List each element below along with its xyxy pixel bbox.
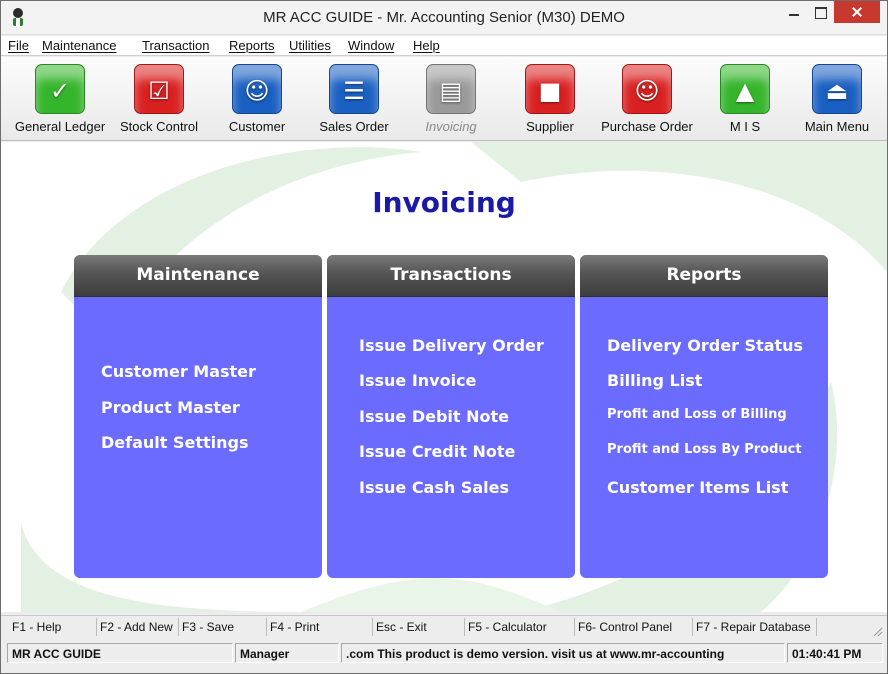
toolbar-label: Customer: [228, 119, 286, 134]
link-customer-master[interactable]: Customer Master: [101, 362, 256, 381]
toolbar-label: Supplier: [526, 119, 574, 134]
link-default-settings[interactable]: Default Settings: [101, 433, 249, 452]
toolbar-main-menu[interactable]: ⏏ Main Menu: [787, 57, 887, 141]
panel-heading: Reports: [666, 265, 742, 285]
supplier-delivery-icon: ■: [525, 64, 575, 114]
status-user: Manager: [235, 643, 339, 663]
clipboard-checklist-icon: ☑: [134, 64, 184, 114]
status-time: 01:40:41 PM: [787, 643, 883, 663]
ledger-calculator-icon: ✓: [35, 64, 85, 114]
menu-help[interactable]: Help: [413, 38, 440, 53]
toolbar-label: Main Menu: [804, 119, 870, 134]
reports-panel-header: Reports: [580, 255, 828, 297]
minimize-button[interactable]: [782, 1, 806, 23]
panel-heading: Transactions: [390, 265, 512, 285]
link-issue-delivery-order[interactable]: Issue Delivery Order: [359, 336, 544, 355]
link-delivery-order-status[interactable]: Delivery Order Status: [607, 336, 803, 355]
fkey-repair-database[interactable]: F7 - Repair Database: [693, 618, 817, 636]
app-window: MR ACC GUIDE - Mr. Accounting Senior (M3…: [0, 0, 888, 674]
menu-maintenance[interactable]: Maintenance: [42, 38, 116, 53]
link-profit-loss-product[interactable]: Profit and Loss By Product: [607, 442, 802, 457]
link-issue-debit-note[interactable]: Issue Debit Note: [359, 407, 509, 426]
menu-utilities[interactable]: Utilities: [289, 38, 331, 53]
resize-grip-icon[interactable]: [873, 627, 883, 637]
module-toolbar: ✓ General Ledger ☑ Stock Control ☺ Custo…: [1, 57, 887, 141]
window-title: MR ACC GUIDE - Mr. Accounting Senior (M3…: [263, 9, 625, 26]
toolbar-stock-control[interactable]: ☑ Stock Control: [109, 57, 209, 141]
maintenance-panel-header: Maintenance: [74, 255, 322, 297]
menu-reports[interactable]: Reports: [229, 38, 275, 53]
main-content: Invoicing Maintenance Customer Master Pr…: [1, 142, 887, 612]
fkey-exit[interactable]: Esc - Exit: [373, 618, 465, 636]
mis-chart-icon: ▲: [720, 64, 770, 114]
maximize-button[interactable]: [808, 1, 832, 23]
fkey-help[interactable]: F1 - Help: [9, 618, 97, 636]
menu-file[interactable]: File: [8, 38, 29, 53]
fkey-print[interactable]: F4 - Print: [267, 618, 373, 636]
toolbar-supplier[interactable]: ■ Supplier: [500, 57, 600, 141]
close-button[interactable]: [834, 1, 880, 23]
link-issue-credit-note[interactable]: Issue Credit Note: [359, 442, 515, 461]
link-issue-invoice[interactable]: Issue Invoice: [359, 371, 476, 390]
invoice-document-icon: ▤: [426, 64, 476, 114]
toolbar-label: M I S: [729, 119, 761, 134]
toolbar-mis[interactable]: ▲ M I S: [695, 57, 795, 141]
panel-heading: Maintenance: [136, 265, 260, 285]
customer-person-icon: ☺: [232, 64, 282, 114]
toolbar-sales-order[interactable]: ☰ Sales Order: [304, 57, 404, 141]
transactions-panel-header: Transactions: [327, 255, 575, 297]
menu-window[interactable]: Window: [348, 38, 394, 53]
toolbar-label: Invoicing: [425, 119, 477, 134]
fkey-calculator[interactable]: F5 - Calculator: [465, 618, 575, 636]
title-bar: MR ACC GUIDE - Mr. Accounting Senior (M3…: [1, 1, 887, 35]
toolbar-general-ledger[interactable]: ✓ General Ledger: [10, 57, 110, 141]
fkey-save[interactable]: F3 - Save: [179, 618, 267, 636]
status-company: MR ACC GUIDE: [7, 643, 233, 663]
sales-order-icon: ☰: [329, 64, 379, 114]
menu-bar: File Maintenance Transaction Reports Uti…: [1, 36, 887, 56]
link-issue-cash-sales[interactable]: Issue Cash Sales: [359, 478, 509, 497]
fkey-add-new[interactable]: F2 - Add New: [97, 618, 179, 636]
maintenance-panel: Maintenance Customer Master Product Mast…: [74, 255, 322, 578]
toolbar-label: Purchase Order: [601, 119, 693, 134]
status-bar: MR ACC GUIDE Manager .com This product i…: [1, 641, 887, 665]
toolbar-purchase-order[interactable]: ☺ Purchase Order: [597, 57, 697, 141]
function-key-bar: F1 - Help F2 - Add New F3 - Save F4 - Pr…: [1, 615, 887, 637]
transactions-panel: Transactions Issue Delivery Order Issue …: [327, 255, 575, 578]
page-title: Invoicing: [372, 186, 516, 219]
toolbar-label: Sales Order: [319, 119, 389, 134]
toolbar-invoicing[interactable]: ▤ Invoicing: [401, 57, 501, 141]
link-product-master[interactable]: Product Master: [101, 398, 240, 417]
link-profit-loss-billing[interactable]: Profit and Loss of Billing: [607, 407, 787, 422]
toolbar-customer[interactable]: ☺ Customer: [207, 57, 307, 141]
purchase-order-icon: ☺: [622, 64, 672, 114]
toolbar-label: Stock Control: [119, 119, 199, 134]
toolbar-label: General Ledger: [14, 119, 106, 134]
reports-panel: Reports Delivery Order Status Billing Li…: [580, 255, 828, 578]
exit-door-icon: ⏏: [812, 64, 862, 114]
link-billing-list[interactable]: Billing List: [607, 371, 702, 390]
menu-transaction[interactable]: Transaction: [142, 38, 209, 53]
fkey-control-panel[interactable]: F6- Control Panel: [575, 618, 693, 636]
link-customer-items-list[interactable]: Customer Items List: [607, 478, 788, 497]
status-message: .com This product is demo version. visit…: [341, 643, 785, 663]
